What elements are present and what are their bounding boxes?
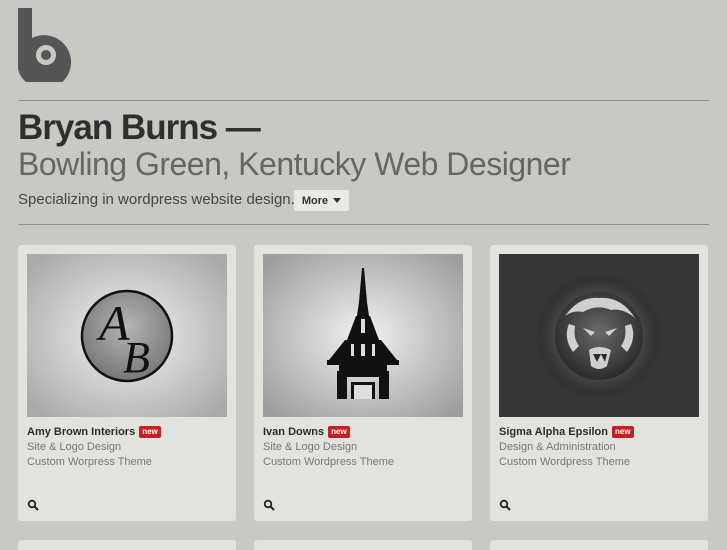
- project-detail: Custom Worpress Theme: [27, 456, 152, 468]
- magnifier-icon[interactable]: [263, 499, 275, 511]
- header-divider-top: [18, 100, 709, 101]
- project-detail: Custom Wordpress Theme: [263, 456, 395, 468]
- site-owner-name: Bryan Burns —: [18, 108, 261, 147]
- ab-monogram-logo: A B: [27, 254, 227, 417]
- project-title[interactable]: Ivan Downs: [263, 425, 324, 439]
- project-thumbnail[interactable]: [499, 254, 699, 417]
- portfolio-card[interactable]: A B Amy Brown Interiors new Site & Logo …: [18, 245, 236, 521]
- portfolio-card-next-row[interactable]: [490, 540, 708, 550]
- project-thumbnail[interactable]: [263, 254, 463, 417]
- b-logo-icon[interactable]: [18, 8, 74, 82]
- project-title-row[interactable]: Ivan Downs new: [263, 425, 350, 439]
- new-badge: new: [139, 426, 161, 438]
- tower-spire-logo: [263, 254, 463, 417]
- project-title[interactable]: Amy Brown Interiors: [27, 425, 135, 439]
- project-thumbnail[interactable]: A B: [27, 254, 227, 417]
- portfolio-card[interactable]: Sigma Alpha Epsilon new Design & Adminis…: [490, 245, 708, 521]
- project-service: Design & Administration: [499, 441, 616, 453]
- new-badge: new: [612, 426, 634, 438]
- new-badge: new: [328, 426, 350, 438]
- more-button[interactable]: More: [294, 190, 349, 211]
- more-button-label: More: [301, 194, 329, 207]
- tagline: Specializing in wordpress website design…: [18, 191, 295, 208]
- project-title-row[interactable]: Sigma Alpha Epsilon new: [499, 425, 634, 439]
- magnifier-icon[interactable]: [27, 499, 39, 511]
- project-service: Site & Logo Design: [27, 441, 122, 453]
- svg-text:B: B: [123, 333, 150, 382]
- project-title-row[interactable]: Amy Brown Interiors new: [27, 425, 161, 439]
- header-divider-bottom: [18, 224, 709, 225]
- project-service: Site & Logo Design: [263, 441, 358, 453]
- portfolio-card-next-row[interactable]: [18, 540, 236, 550]
- magnifier-icon[interactable]: [499, 499, 511, 511]
- portfolio-card[interactable]: Ivan Downs new Site & Logo Design Custom…: [254, 245, 472, 521]
- site-subtitle: Bowling Green, Kentucky Web Designer: [18, 146, 571, 182]
- caret-down-icon: [333, 198, 342, 203]
- lion-head-logo: [499, 254, 699, 417]
- project-title[interactable]: Sigma Alpha Epsilon: [499, 425, 608, 439]
- project-detail: Custom Wordpress Theme: [499, 456, 631, 468]
- portfolio-card-next-row[interactable]: [254, 540, 472, 550]
